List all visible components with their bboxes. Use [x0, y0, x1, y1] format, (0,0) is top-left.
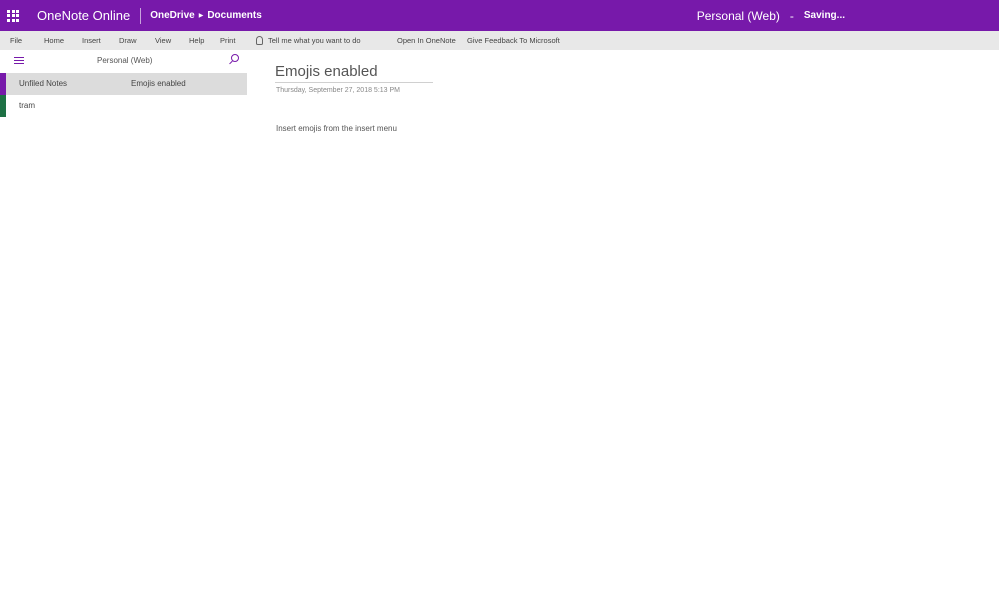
waffle-icon: [7, 9, 19, 22]
menu-draw[interactable]: Draw: [119, 31, 137, 50]
page-list: Emojis enabled: [126, 73, 247, 95]
menu-file[interactable]: File: [10, 31, 22, 50]
section-item-tram[interactable]: tram: [0, 95, 126, 117]
lightbulb-icon: [256, 35, 263, 45]
breadcrumb: OneDrive ▶ Documents: [150, 10, 262, 21]
open-in-onenote-button[interactable]: Open In OneNote: [397, 31, 456, 50]
tell-me-search[interactable]: Tell me what you want to do: [256, 31, 361, 50]
app-launcher-button[interactable]: [0, 0, 26, 31]
breadcrumb-documents[interactable]: Documents: [207, 10, 261, 21]
chevron-right-icon: ▶: [198, 13, 204, 19]
document-status: Personal (Web) - Saving...: [697, 0, 845, 31]
tell-me-label: Tell me what you want to do: [268, 36, 361, 45]
app-name[interactable]: OneNote Online: [37, 8, 130, 23]
section-color-tab: [0, 95, 6, 117]
breadcrumb-onedrive[interactable]: OneDrive: [150, 10, 194, 21]
give-feedback-button[interactable]: Give Feedback To Microsoft: [467, 31, 560, 50]
notebook-title: Personal (Web): [696, 8, 780, 23]
search-button[interactable]: [228, 54, 240, 66]
section-label: tram: [19, 101, 35, 110]
hamburger-menu-icon[interactable]: [14, 57, 24, 64]
app-header: OneNote Online OneDrive ▶ Documents Pers…: [0, 0, 999, 31]
page-label: Emojis enabled: [131, 79, 186, 88]
title-underline: [275, 82, 433, 83]
section-item-unfiled-notes[interactable]: Unfiled Notes: [0, 73, 126, 95]
menu-insert[interactable]: Insert: [82, 31, 101, 50]
section-label: Unfiled Notes: [19, 79, 68, 88]
menu-print[interactable]: Print: [220, 31, 235, 50]
page-date: Thursday, September 27, 2018 5:13 PM: [276, 87, 400, 94]
section-color-tab: [0, 73, 6, 95]
navigation-header: Personal (Web): [0, 50, 247, 72]
menu-view[interactable]: View: [155, 31, 171, 50]
save-status: Saving...: [803, 10, 845, 21]
notebook-name[interactable]: Personal (Web): [97, 56, 152, 65]
page-item-emojis-enabled[interactable]: Emojis enabled: [126, 73, 247, 95]
header-divider: [140, 7, 142, 24]
menu-help[interactable]: Help: [189, 31, 204, 50]
note-text[interactable]: Insert emojis from the insert menu: [276, 124, 397, 133]
ribbon-menu-bar: File Home Insert Draw View Help Print Te…: [0, 31, 999, 50]
section-list: Unfiled Notes tram: [0, 73, 126, 117]
status-separator: -: [789, 8, 794, 23]
menu-home[interactable]: Home: [44, 31, 64, 50]
page-title[interactable]: Emojis enabled: [275, 63, 378, 80]
